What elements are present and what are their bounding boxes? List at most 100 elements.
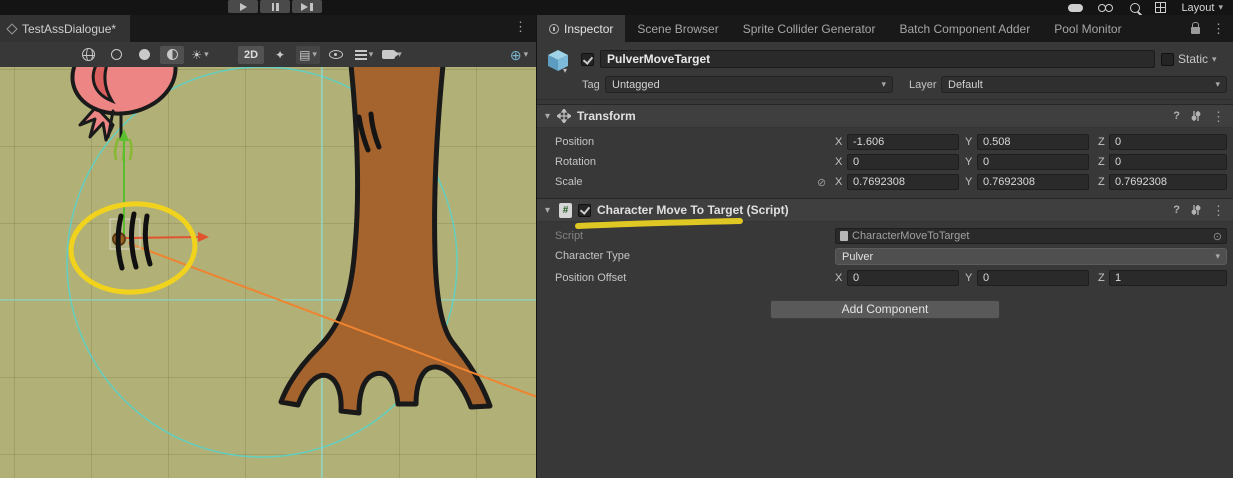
constrain-proportions-icon[interactable]: ⊘ <box>817 176 826 189</box>
pause-icon <box>272 3 275 11</box>
transform-header[interactable]: ▾ Transform ? ⋮ <box>537 104 1233 128</box>
foldout-icon[interactable]: ▾ <box>545 111 557 122</box>
offset-x-field[interactable]: 0 <box>847 270 959 286</box>
script-enabled-checkbox[interactable] <box>578 204 591 217</box>
gameobject-cube-icon[interactable] <box>545 47 571 73</box>
globe-icon <box>82 48 95 61</box>
offset-z-field[interactable]: 1 <box>1109 270 1227 286</box>
gizmo-sphere-icon: ⊕ <box>510 48 522 62</box>
character-type-label: Character Type <box>555 250 630 262</box>
titlebar: Layout ▾ <box>0 0 1233 15</box>
tab-sprite-collider-generator[interactable]: Sprite Collider Generator <box>731 15 888 42</box>
chevron-down-icon: ▾ <box>369 50 374 59</box>
circle-filled-icon <box>139 49 150 60</box>
gameobject-header: ▾ PulverMoveTarget Static ▾ Tag Untagged… <box>537 42 1233 100</box>
tab-inspector[interactable]: Inspector <box>537 15 625 42</box>
circle-filled-tool-button[interactable] <box>132 46 156 64</box>
titlebar-right: Layout ▾ <box>1068 1 1223 14</box>
search-icon[interactable] <box>1130 3 1140 13</box>
position-z-field[interactable]: 0 <box>1109 134 1227 150</box>
chevron-down-icon: ▾ <box>1215 252 1220 261</box>
camera-button[interactable]: ▾ <box>380 46 404 64</box>
x-axis-label: X <box>835 136 842 148</box>
shading-mode-button[interactable]: ▤ ▾ <box>296 46 320 64</box>
help-icon[interactable]: ? <box>1173 110 1180 122</box>
position-label: Position <box>555 136 594 148</box>
foldout-icon[interactable]: ▾ <box>545 205 557 216</box>
chevron-down-icon: ▾ <box>524 50 529 59</box>
character-type-row: Character Type Pulver ▾ <box>537 246 1233 266</box>
scene-panel-menu-icon[interactable]: ⋮ <box>514 20 527 33</box>
rotation-x-field[interactable]: 0 <box>847 154 959 170</box>
chevron-down-icon: ▾ <box>204 50 209 59</box>
inspector-menu-icon[interactable]: ⋮ <box>1212 22 1225 35</box>
position-x-field[interactable]: -1.606 <box>847 134 959 150</box>
step-icon <box>301 3 308 11</box>
cloud-icon[interactable] <box>1068 4 1083 12</box>
gameobject-active-checkbox[interactable] <box>581 53 594 66</box>
circle-outline-tool-button[interactable] <box>104 46 128 64</box>
component-menu-icon[interactable]: ⋮ <box>1212 204 1225 217</box>
icon-picker-caret[interactable]: ▾ <box>563 66 567 75</box>
script-component-header[interactable]: ▾ # Character Move To Target (Script) ? … <box>537 198 1233 222</box>
scene-viewport[interactable] <box>0 67 537 478</box>
add-component-button[interactable]: Add Component <box>770 300 1000 319</box>
component-menu-icon[interactable]: ⋮ <box>1212 110 1225 123</box>
eye-icon <box>329 50 343 59</box>
tab-pool-monitor[interactable]: Pool Monitor <box>1042 15 1133 42</box>
rotation-y-field[interactable]: 0 <box>977 154 1089 170</box>
chevron-down-icon: ▾ <box>1218 3 1223 12</box>
tab-row: TestAssDialogue* ⋮ Inspector Scene Brows… <box>0 15 1233 42</box>
gizmos-button[interactable]: ⊕ ▾ <box>507 46 531 64</box>
pause-button[interactable] <box>260 0 290 13</box>
playback-controls <box>228 0 322 13</box>
tab-inspector-label: Inspector <box>564 22 613 36</box>
character-type-dropdown[interactable]: Pulver ▾ <box>835 248 1227 265</box>
layout-grid-icon[interactable] <box>1155 2 1166 13</box>
rotation-z-field[interactable]: 0 <box>1109 154 1227 170</box>
wand-tool-button[interactable]: ✦ <box>268 46 292 64</box>
static-dropdown-caret[interactable]: ▾ <box>1212 55 1217 64</box>
account-icon[interactable] <box>1098 3 1115 13</box>
play-icon <box>240 3 247 11</box>
scale-label: Scale <box>555 176 583 188</box>
sun-icon: ☀ <box>191 49 202 61</box>
script-object-field[interactable]: CharacterMoveToTarget ⊙ <box>835 228 1227 244</box>
position-y-field[interactable]: 0.508 <box>977 134 1089 150</box>
presets-icon[interactable] <box>1190 204 1202 216</box>
tab-scene-view[interactable]: TestAssDialogue* <box>0 15 130 42</box>
scale-x-field[interactable]: 0.7692308 <box>847 174 959 190</box>
layers-button[interactable]: ▾ <box>352 46 376 64</box>
layout-label: Layout <box>1181 2 1214 14</box>
object-picker-icon[interactable]: ⊙ <box>1213 230 1222 243</box>
layout-dropdown[interactable]: Layout ▾ <box>1181 2 1223 14</box>
step-button[interactable] <box>292 0 322 13</box>
static-checkbox[interactable] <box>1161 53 1174 66</box>
scale-y-field[interactable]: 0.7692308 <box>977 174 1089 190</box>
light-tool-button[interactable]: ☀ ▾ <box>188 46 212 64</box>
y-axis-label: Y <box>965 136 972 148</box>
script-component-title: Character Move To Target (Script) <box>597 203 789 217</box>
scene-toolbar: ☀ ▾ 2D ✦ ▤ ▾ ▾ ▾ ⊕ ▾ <box>0 42 537 67</box>
visibility-button[interactable] <box>324 46 348 64</box>
tab-scene-browser[interactable]: Scene Browser <box>625 15 730 42</box>
circle-half-icon <box>167 49 178 60</box>
tree-trunk-sprite <box>281 67 490 413</box>
layer-dropdown[interactable]: Default ▾ <box>941 76 1227 93</box>
gameobject-name-field[interactable]: PulverMoveTarget <box>600 50 1155 68</box>
globe-tool-button[interactable] <box>76 46 100 64</box>
lock-icon[interactable] <box>1191 27 1200 34</box>
position-row: Position X -1.606 Y 0.508 Z 0 <box>537 132 1233 152</box>
layers-grid-icon: ▤ <box>299 49 310 61</box>
tag-dropdown[interactable]: Untagged ▾ <box>605 76 893 93</box>
tab-batch-component-adder[interactable]: Batch Component Adder <box>887 15 1042 42</box>
play-button[interactable] <box>228 0 258 13</box>
inspector-tab-controls: ⋮ <box>1191 15 1233 42</box>
presets-icon[interactable] <box>1190 110 1202 122</box>
help-icon[interactable]: ? <box>1173 204 1180 216</box>
2d-mode-toggle[interactable]: 2D <box>238 46 264 64</box>
scale-z-field[interactable]: 0.7692308 <box>1109 174 1227 190</box>
circle-half-tool-button[interactable] <box>160 46 184 64</box>
offset-y-field[interactable]: 0 <box>977 270 1089 286</box>
circle-outline-icon <box>111 49 122 60</box>
